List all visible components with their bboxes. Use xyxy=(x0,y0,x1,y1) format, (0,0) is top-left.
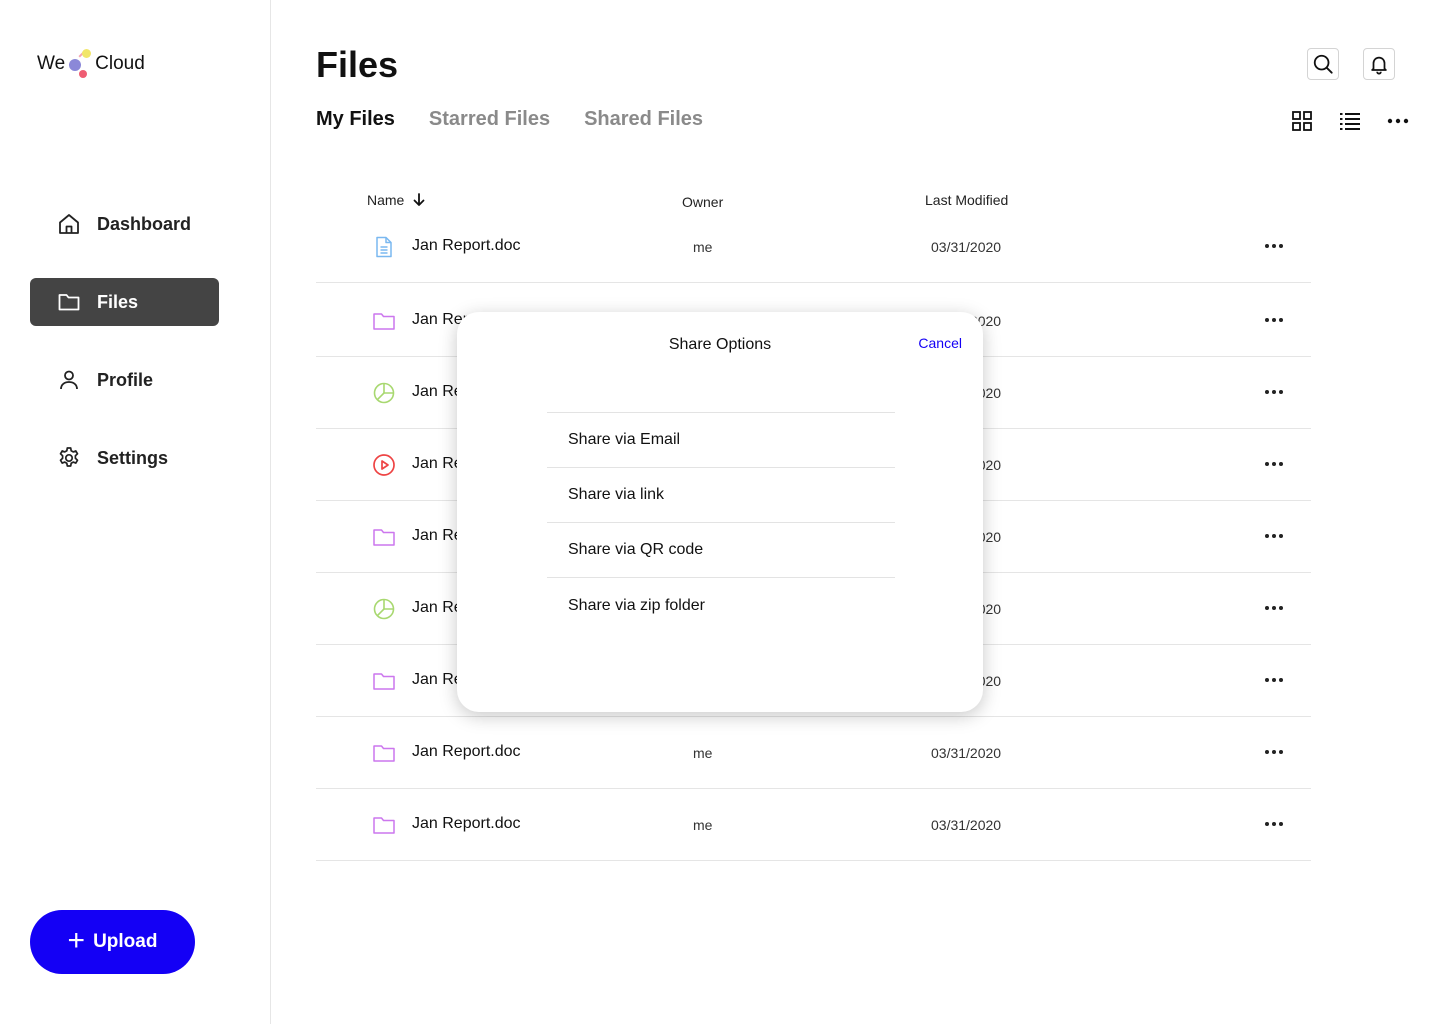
logo-text-left: We xyxy=(37,53,66,74)
column-header-name[interactable]: Name xyxy=(367,192,425,208)
file-last-modified: 03/31/2020 xyxy=(931,817,1002,833)
list-icon xyxy=(1340,113,1360,130)
plus-icon: + xyxy=(67,923,86,957)
file-owner: me xyxy=(693,745,713,761)
folder-icon xyxy=(372,813,396,837)
grid-view-button[interactable] xyxy=(1289,108,1315,134)
sidebar-item-label: Files xyxy=(97,291,139,312)
tab-my-files[interactable]: My Files xyxy=(316,108,395,131)
logo-text-right: Cloud xyxy=(95,53,145,74)
file-name: Jan Report.doc xyxy=(412,237,521,254)
more-horizontal-icon xyxy=(1387,118,1409,124)
file-name: Jan Report.doc xyxy=(412,743,521,760)
share-via-zip-folder-option[interactable]: Share via zip folder xyxy=(547,578,895,633)
sidebar-item-profile[interactable]: Profile xyxy=(30,356,219,404)
folder-icon xyxy=(56,289,82,315)
home-icon xyxy=(56,211,82,237)
file-owner: me xyxy=(693,239,713,255)
table-row[interactable]: Jan Report.doc me 03/31/2020 xyxy=(316,211,1311,283)
search-button[interactable] xyxy=(1307,48,1339,80)
row-more-button[interactable] xyxy=(1261,595,1287,621)
share-via-link-option[interactable]: Share via link xyxy=(547,468,895,523)
file-name: Jan Report.doc xyxy=(412,815,521,832)
file-owner: me xyxy=(693,817,713,833)
share-via-qr-code-option[interactable]: Share via QR code xyxy=(547,523,895,578)
bell-icon xyxy=(1371,56,1387,75)
sidebar-item-files[interactable]: Files xyxy=(30,278,219,326)
tab-shared-files[interactable]: Shared Files xyxy=(584,108,703,131)
gear-icon xyxy=(56,445,82,471)
share-via-email-option[interactable]: Share via Email xyxy=(547,413,895,468)
sidebar-item-label: Settings xyxy=(97,447,169,468)
more-horizontal-icon xyxy=(1265,822,1283,826)
more-horizontal-icon xyxy=(1265,390,1283,394)
logo[interactable]: We Cloud xyxy=(37,44,145,84)
sidebar: We Cloud Dashboard Files Profile Setting… xyxy=(0,0,271,1024)
user-icon xyxy=(56,367,82,393)
folder-icon xyxy=(372,741,396,765)
search-icon xyxy=(1313,54,1333,74)
more-horizontal-icon xyxy=(1265,462,1283,466)
sidebar-item-label: Dashboard xyxy=(97,213,192,234)
share-options-dialog: Share Options Cancel Share via Email Sha… xyxy=(457,312,983,712)
row-more-button[interactable] xyxy=(1261,739,1287,765)
table-row[interactable]: Jan Report.doc me 03/31/2020 xyxy=(316,717,1311,789)
sidebar-item-label: Profile xyxy=(97,369,154,390)
row-more-button[interactable] xyxy=(1261,451,1287,477)
folder-icon xyxy=(372,525,396,549)
more-horizontal-icon xyxy=(1265,750,1283,754)
more-horizontal-icon xyxy=(1265,534,1283,538)
logo-mark-icon xyxy=(66,46,94,82)
more-horizontal-icon xyxy=(1265,606,1283,610)
sidebar-item-dashboard[interactable]: Dashboard xyxy=(30,200,219,248)
folder-icon xyxy=(372,669,396,693)
pie-chart-icon xyxy=(372,597,396,621)
share-options-list: Share via Email Share via link Share via… xyxy=(547,412,895,633)
upload-button[interactable]: + Upload xyxy=(30,910,195,974)
notifications-button[interactable] xyxy=(1363,48,1395,80)
more-horizontal-icon xyxy=(1265,678,1283,682)
column-header-label: Name xyxy=(367,192,405,208)
column-header-last-modified[interactable]: Last Modified xyxy=(925,192,1008,208)
table-row[interactable]: Jan Report.doc me 03/31/2020 xyxy=(316,789,1311,861)
folder-icon xyxy=(372,309,396,333)
sidebar-item-settings[interactable]: Settings xyxy=(30,434,219,482)
column-header-owner[interactable]: Owner xyxy=(682,194,723,210)
tab-starred-files[interactable]: Starred Files xyxy=(429,108,550,131)
row-more-button[interactable] xyxy=(1261,307,1287,333)
document-icon xyxy=(372,235,396,259)
grid-icon xyxy=(1292,111,1312,131)
file-last-modified: 03/31/2020 xyxy=(931,239,1002,255)
file-last-modified: 03/31/2020 xyxy=(931,745,1002,761)
upload-label: Upload xyxy=(93,931,158,952)
more-options-button[interactable] xyxy=(1385,108,1411,134)
arrow-down-icon xyxy=(413,193,425,206)
cancel-button[interactable]: Cancel xyxy=(918,335,962,351)
page-title: Files xyxy=(316,44,399,85)
list-view-button[interactable] xyxy=(1337,108,1363,134)
row-more-button[interactable] xyxy=(1261,667,1287,693)
row-more-button[interactable] xyxy=(1261,379,1287,405)
row-more-button[interactable] xyxy=(1261,811,1287,837)
file-tabs: My Files Starred Files Shared Files xyxy=(316,108,737,131)
more-horizontal-icon xyxy=(1265,318,1283,322)
more-horizontal-icon xyxy=(1265,244,1283,248)
play-icon xyxy=(372,453,396,477)
pie-chart-icon xyxy=(372,381,396,405)
row-more-button[interactable] xyxy=(1261,523,1287,549)
row-more-button[interactable] xyxy=(1261,233,1287,259)
dialog-title: Share Options xyxy=(668,336,772,353)
